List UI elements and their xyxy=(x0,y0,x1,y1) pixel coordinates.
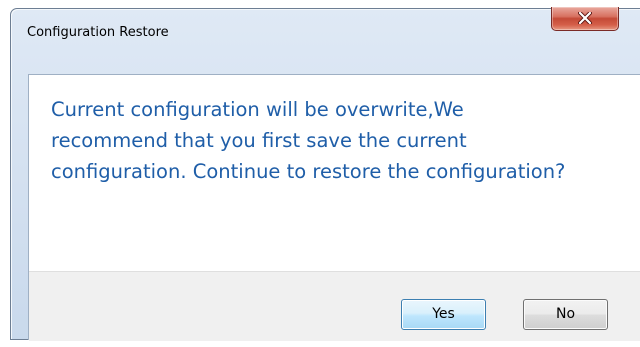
dialog-titlebar[interactable]: Configuration Restore xyxy=(11,7,640,49)
close-button[interactable] xyxy=(551,7,619,31)
message-text: Current configuration will be overwrite,… xyxy=(51,98,566,183)
dialog-window: Configuration Restore Current configurat… xyxy=(10,7,640,341)
message-area: Current configuration will be overwrite,… xyxy=(29,75,640,271)
yes-button[interactable]: Yes xyxy=(401,299,486,330)
dialog-client-area: Current configuration will be overwrite,… xyxy=(28,74,640,341)
close-x-icon xyxy=(578,12,592,24)
dialog-title: Configuration Restore xyxy=(27,25,169,40)
no-button[interactable]: No xyxy=(523,299,608,330)
button-bar: Yes No xyxy=(29,271,640,341)
screen: Configuration Restore Current configurat… xyxy=(0,0,640,347)
